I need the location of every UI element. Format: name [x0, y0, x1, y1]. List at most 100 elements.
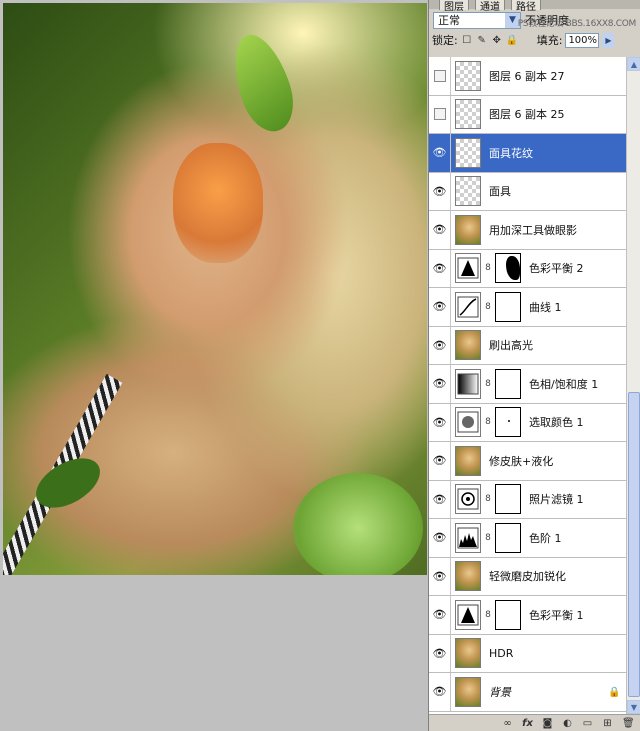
- layer-row[interactable]: 👁 8 选取颜色 1: [429, 403, 626, 442]
- eye-icon[interactable]: 👁: [429, 288, 451, 326]
- adjustment-thumbnail-icon[interactable]: [455, 599, 481, 630]
- layer-thumbnail[interactable]: [455, 638, 481, 669]
- hidden-visibility-box[interactable]: [429, 95, 451, 133]
- hidden-visibility-box[interactable]: [429, 57, 451, 95]
- layer-row[interactable]: 👁 8 色彩平衡 1: [429, 596, 626, 635]
- watermark-text: PS教程论坛 BBS.16XX8.COM: [517, 19, 637, 29]
- eye-icon[interactable]: 👁: [429, 211, 451, 249]
- eye-icon[interactable]: 👁: [429, 403, 451, 441]
- blend-row: 正常 ▼ 不透明度 PS教程论坛 BBS.16XX8.COM: [429, 9, 640, 31]
- layer-row[interactable]: 👁 8 照片滤镜 1: [429, 480, 626, 519]
- layer-thumbnail[interactable]: [455, 60, 481, 91]
- eye-icon[interactable]: 👁: [429, 326, 451, 364]
- scroll-down-icon[interactable]: ▼: [627, 700, 640, 714]
- layer-row[interactable]: 👁 HDR: [429, 634, 626, 673]
- layer-row[interactable]: 👁 轻微磨皮加锐化: [429, 557, 626, 596]
- layer-thumbnail[interactable]: [455, 330, 481, 361]
- new-layer-icon[interactable]: ⊞: [602, 718, 613, 729]
- layer-thumbnail[interactable]: [455, 676, 481, 707]
- layer-row[interactable]: 👁 8 色阶 1: [429, 519, 626, 558]
- mask-link-icon[interactable]: 8: [483, 533, 493, 543]
- fill-input[interactable]: 100%: [565, 32, 600, 48]
- lock-icon: 🔒: [608, 686, 621, 698]
- eye-icon[interactable]: 👁: [429, 673, 451, 711]
- layer-thumbnail[interactable]: [455, 214, 481, 245]
- layer-thumbnail[interactable]: [455, 137, 481, 168]
- layer-row[interactable]: 👁 面具: [429, 172, 626, 211]
- layer-mask-thumbnail[interactable]: [495, 522, 521, 553]
- mask-link-icon[interactable]: 8: [483, 379, 493, 389]
- layer-name: 修皮肤+液化: [489, 454, 554, 468]
- fill-dropdown-icon[interactable]: ▶: [602, 32, 615, 48]
- adjustment-thumbnail-icon[interactable]: [455, 368, 481, 399]
- layer-row[interactable]: 👁 背景 🔒: [429, 673, 626, 712]
- adjustment-thumbnail-icon[interactable]: [455, 291, 481, 322]
- link-layers-icon[interactable]: ∞: [502, 718, 513, 729]
- layer-name: 色彩平衡 1: [529, 608, 584, 622]
- hair-leaf: [223, 27, 303, 139]
- eye-icon[interactable]: 👁: [429, 365, 451, 403]
- layer-mask-thumbnail[interactable]: [495, 368, 521, 399]
- document-canvas-area: [0, 0, 428, 731]
- layer-mask-thumbnail[interactable]: [495, 253, 521, 284]
- layer-row[interactable]: 👁 刷出高光: [429, 326, 626, 365]
- mask-link-icon[interactable]: 8: [483, 610, 493, 620]
- layer-thumbnail[interactable]: [455, 561, 481, 592]
- layer-name: HDR: [489, 646, 514, 660]
- lock-transparency-icon[interactable]: ☐: [461, 34, 473, 46]
- layer-mask-thumbnail[interactable]: [495, 407, 521, 438]
- eye-icon[interactable]: 👁: [429, 557, 451, 595]
- layer-mask-thumbnail[interactable]: [495, 291, 521, 322]
- layer-row[interactable]: 👁 面具花纹: [429, 134, 626, 173]
- mask-link-icon[interactable]: 8: [483, 263, 493, 273]
- layer-name: 用加深工具做眼影: [489, 223, 577, 237]
- eye-icon[interactable]: 👁: [429, 519, 451, 557]
- layer-list-scrollbar[interactable]: ▲ ▼: [626, 57, 640, 714]
- layer-style-icon[interactable]: fx: [522, 718, 533, 729]
- mask-link-icon[interactable]: 8: [483, 302, 493, 312]
- mask-link-icon[interactable]: 8: [483, 417, 493, 427]
- layer-thumbnail[interactable]: [455, 99, 481, 130]
- blend-mode-select[interactable]: 正常 ▼: [433, 11, 521, 29]
- add-mask-icon[interactable]: ◙: [542, 718, 553, 729]
- scrollbar-thumb[interactable]: [628, 392, 640, 697]
- layer-row[interactable]: 图层 6 副本 25: [429, 95, 626, 134]
- lock-all-icon[interactable]: 🔒: [506, 34, 518, 46]
- layer-row[interactable]: 图层 6 副本 27: [429, 57, 626, 96]
- layer-row[interactable]: 👁 用加深工具做眼影: [429, 211, 626, 250]
- lock-position-icon[interactable]: ✥: [491, 34, 503, 46]
- layers-panel: 图层 通道 路径 正常 ▼ 不透明度 PS教程论坛 BBS.16XX8.COM …: [428, 0, 640, 731]
- layer-row[interactable]: 👁 8 色彩平衡 2: [429, 249, 626, 288]
- layer-name: 图层 6 副本 25: [489, 108, 565, 122]
- layer-row[interactable]: 👁 修皮肤+液化: [429, 442, 626, 481]
- face-mask-pattern: [173, 143, 263, 263]
- layer-name: 面具花纹: [489, 146, 533, 160]
- document-image[interactable]: [3, 3, 427, 575]
- adjustment-thumbnail-icon[interactable]: [455, 522, 481, 553]
- delete-layer-icon[interactable]: 🗑: [622, 718, 635, 729]
- layer-mask-thumbnail[interactable]: [495, 484, 521, 515]
- lock-label: 锁定:: [432, 34, 458, 47]
- adjustment-thumbnail-icon[interactable]: [455, 253, 481, 284]
- scroll-up-icon[interactable]: ▲: [627, 57, 640, 71]
- layer-thumbnail[interactable]: [455, 445, 481, 476]
- layer-row[interactable]: 👁 8 色相/饱和度 1: [429, 365, 626, 404]
- eye-icon[interactable]: 👁: [429, 442, 451, 480]
- eye-icon[interactable]: 👁: [429, 634, 451, 672]
- eye-icon[interactable]: 👁: [429, 172, 451, 210]
- new-group-icon[interactable]: ▭: [582, 718, 593, 729]
- eye-icon[interactable]: 👁: [429, 596, 451, 634]
- lock-pixels-icon[interactable]: ✎: [476, 34, 488, 46]
- eye-icon[interactable]: 👁: [429, 480, 451, 518]
- lock-row: 锁定: ☐ ✎ ✥ 🔒 填充: 100% ▶: [429, 31, 640, 49]
- adjustment-thumbnail-icon[interactable]: [455, 407, 481, 438]
- layer-row[interactable]: 👁 8 曲线 1: [429, 288, 626, 327]
- mask-link-icon[interactable]: 8: [483, 494, 493, 504]
- adjustment-layer-icon[interactable]: ◐: [562, 718, 573, 729]
- layer-name: 面具: [489, 185, 511, 199]
- eye-icon[interactable]: 👁: [429, 134, 451, 172]
- adjustment-thumbnail-icon[interactable]: [455, 484, 481, 515]
- layer-mask-thumbnail[interactable]: [495, 599, 521, 630]
- layer-thumbnail[interactable]: [455, 176, 481, 207]
- eye-icon[interactable]: 👁: [429, 249, 451, 287]
